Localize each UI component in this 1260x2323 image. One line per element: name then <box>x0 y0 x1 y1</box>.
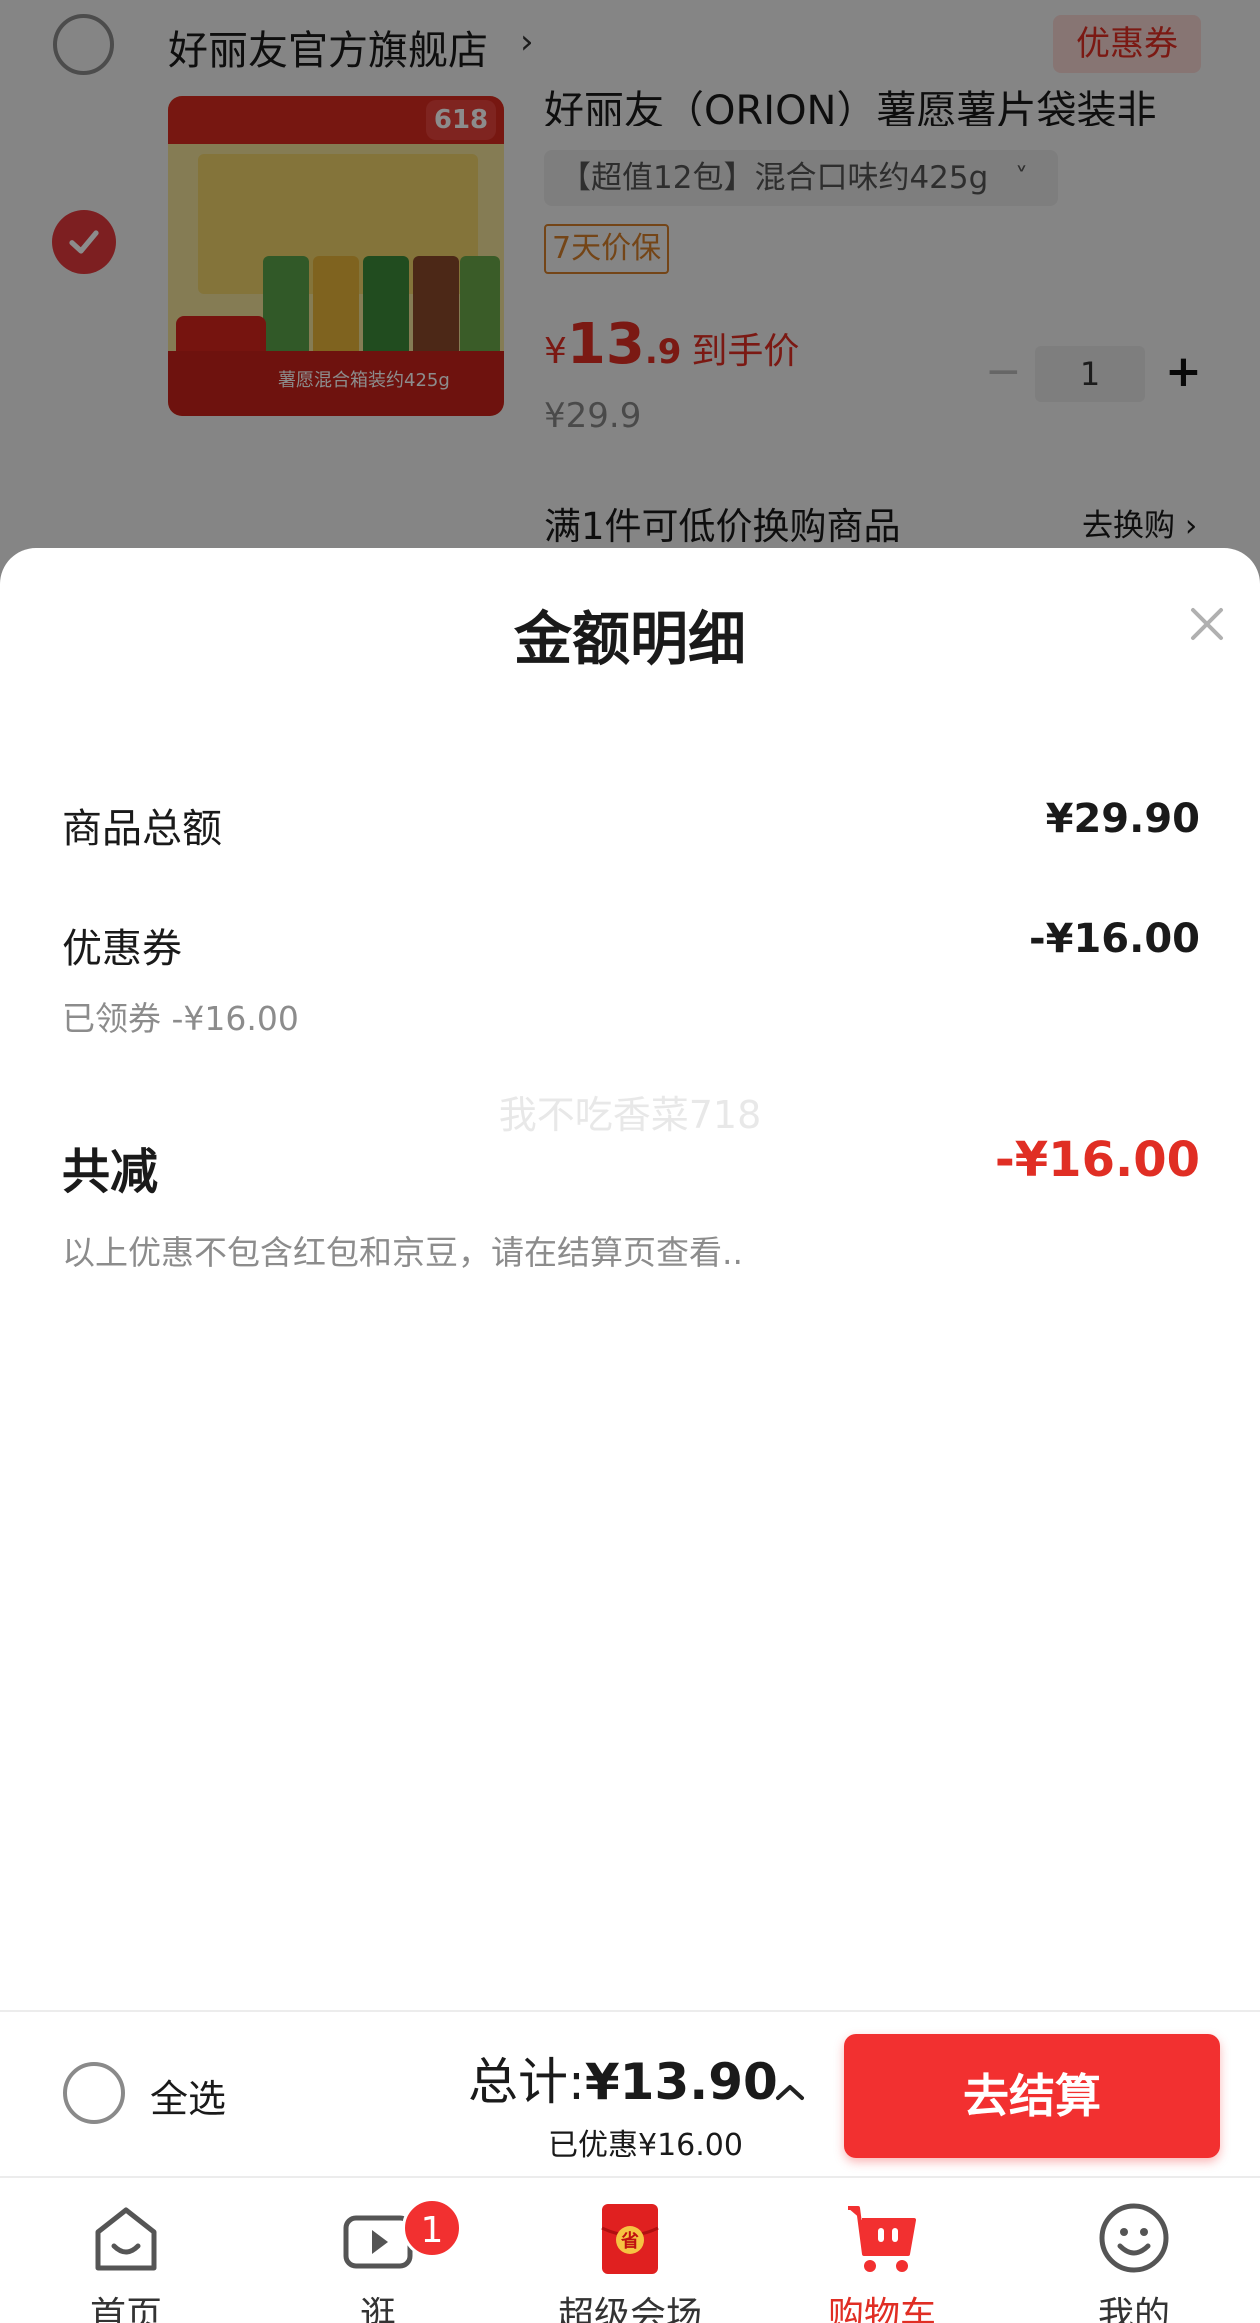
select-all-radio[interactable] <box>63 2062 125 2124</box>
select-all-label[interactable]: 全选 <box>150 2068 226 2123</box>
watermark: 我不吃香菜718 <box>498 1093 762 1137</box>
tab-super-venue[interactable]: 省 超级会场 <box>504 2178 756 2323</box>
total-prefix: 总计: <box>468 2053 585 2111</box>
tab-browse[interactable]: 1 逛 <box>252 2178 504 2323</box>
checkout-button[interactable]: 去结算 <box>844 2034 1220 2158</box>
goods-total-value: ¥29.90 <box>1045 796 1200 842</box>
close-icon[interactable] <box>1185 602 1229 646</box>
goods-total-label: 商品总额 <box>62 806 222 852</box>
bottom-tab-bar: 首页 1 逛 省 超级会场 购物车 我的 <box>0 2176 1260 2323</box>
total-price: ¥13.90 <box>584 2053 778 2111</box>
tab-label: 购物车 <box>827 2295 936 2323</box>
notification-badge: 1 <box>402 2198 462 2258</box>
smile-icon <box>1099 2203 1169 2273</box>
home-icon <box>95 2207 157 2271</box>
cart-icon <box>848 2206 916 2272</box>
coupon-value: -¥16.00 <box>1029 916 1200 962</box>
total-discount-value: -¥16.00 <box>994 1132 1200 1188</box>
discount-footnote: 以上优惠不包含红包和京豆，请在结算页查看.. <box>62 1233 743 1272</box>
saved-amount: 已优惠¥16.00 <box>548 2128 743 2163</box>
tab-label: 我的 <box>1097 2295 1170 2323</box>
total-amount: 总计:¥13.90 <box>468 2042 778 2114</box>
sheet-title: 金额明细 <box>513 605 746 673</box>
svg-text:省: 省 <box>620 2230 639 2252</box>
modal-overlay[interactable] <box>0 0 1260 600</box>
tab-mine[interactable]: 我的 <box>1008 2178 1260 2323</box>
tab-label: 首页 <box>89 2295 162 2323</box>
amount-detail-sheet: 金额明细 商品总额 ¥29.90 优惠券 -¥16.00 已领券 -¥16.00… <box>0 548 1260 2010</box>
total-discount-label: 共减 <box>62 1144 159 1200</box>
red-envelope-icon: 省 <box>601 2204 659 2274</box>
tab-home[interactable]: 首页 <box>0 2178 252 2323</box>
tab-cart[interactable]: 购物车 <box>756 2178 1008 2323</box>
tab-label: 超级会场 <box>557 2295 702 2323</box>
chevron-up-icon[interactable] <box>770 2072 810 2112</box>
checkout-bar: 全选 总计:¥13.90 已优惠¥16.00 去结算 <box>0 2010 1260 2176</box>
coupon-label: 优惠券 <box>62 926 182 972</box>
coupon-note: 已领券 -¥16.00 <box>62 999 299 1038</box>
tab-label: 逛 <box>359 2295 396 2323</box>
